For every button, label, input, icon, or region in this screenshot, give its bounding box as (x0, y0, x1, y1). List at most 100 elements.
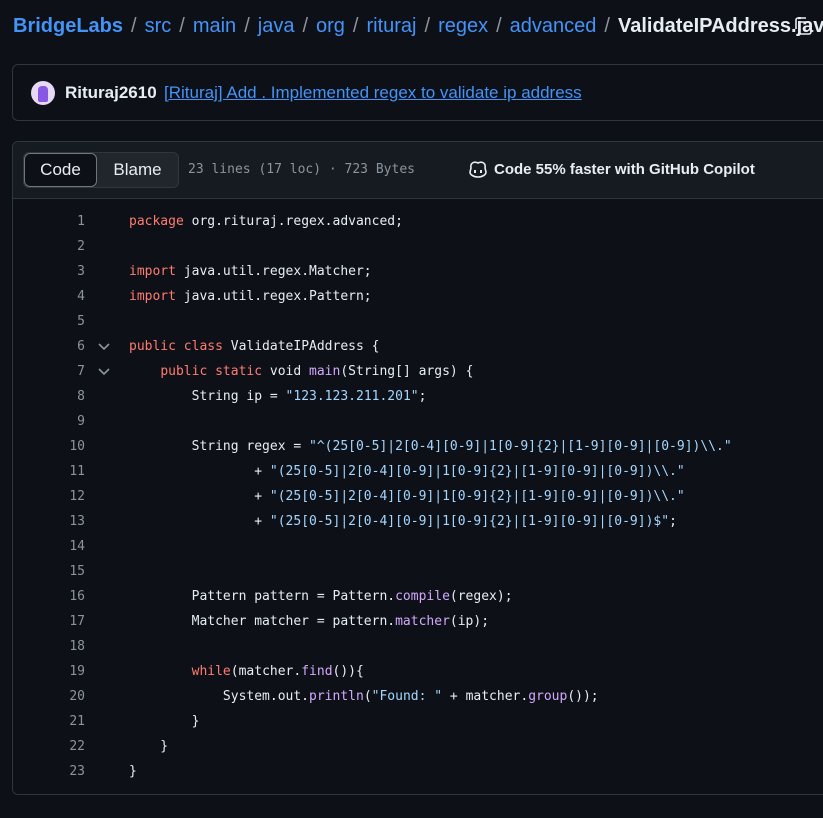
code-token: "(25[0-5]|2[0-4][0-9]|1[0-9]{2}|[1-9][0-… (269, 489, 685, 504)
line-number[interactable]: 6 (45, 339, 85, 354)
code-token: + (129, 464, 270, 479)
code-text: public static void main(String[] args) { (129, 364, 473, 379)
line-number[interactable]: 2 (45, 239, 85, 254)
line-number[interactable]: 1 (45, 214, 85, 229)
code-token: println (309, 689, 364, 704)
code-token: } (129, 764, 137, 779)
copilot-link[interactable]: Code 55% faster with GitHub Copilot (468, 160, 755, 178)
copilot-icon (469, 161, 487, 178)
copy-path-button[interactable] (790, 13, 816, 39)
code-text: while(matcher.find()){ (129, 664, 364, 679)
code-token: ()); (567, 689, 599, 704)
breadcrumb-item-java[interactable]: java (258, 15, 295, 38)
commit-message-link[interactable]: [Rituraj] Add . Implemented regex to val… (164, 83, 582, 103)
code-token: String ip = (129, 389, 286, 404)
code-text: String ip = "123.123.211.201"; (129, 389, 427, 404)
code-token: import (129, 289, 176, 304)
line-number[interactable]: 14 (45, 539, 85, 554)
code-text: } (129, 764, 137, 779)
code-line: 1 package org.rituraj.regex.advanced; (13, 209, 823, 234)
file-viewer: Code Blame 23 lines (17 loc) · 723 Bytes… (12, 141, 823, 795)
code-token: package (129, 214, 184, 229)
code-token: "^(25[0-5]|2[0-4][0-9]|1[0-9]{2}|[1-9][0… (309, 439, 732, 454)
tab-blame[interactable]: Blame (97, 153, 178, 187)
line-number[interactable]: 17 (45, 614, 85, 629)
code-text: } (129, 739, 168, 754)
line-number[interactable]: 12 (45, 489, 85, 504)
code-text: import java.util.regex.Pattern; (129, 289, 372, 304)
code-token: group (528, 689, 568, 704)
avatar[interactable] (31, 81, 55, 105)
code-line: 3 import java.util.regex.Matcher; (13, 259, 823, 284)
code-token: import (129, 264, 176, 279)
code-token: void (262, 364, 310, 379)
code-line: 19 while(matcher.find()){ (13, 659, 823, 684)
breadcrumb-item-regex[interactable]: regex (438, 15, 488, 38)
code-token: matcher (395, 614, 450, 629)
line-number[interactable]: 3 (45, 264, 85, 279)
line-number[interactable]: 10 (45, 439, 85, 454)
breadcrumb-item-org[interactable]: org (316, 15, 345, 38)
code-text: + "(25[0-5]|2[0-4][0-9]|1[0-9]{2}|[1-9][… (129, 464, 685, 479)
code-token: System.out. (129, 689, 310, 704)
breadcrumb-separator: / (179, 14, 185, 37)
code-token: } (129, 739, 169, 754)
code-line: 5 (13, 309, 823, 334)
code-text: public class ValidateIPAddress { (129, 339, 379, 354)
line-number[interactable]: 22 (45, 739, 85, 754)
line-number[interactable]: 5 (45, 314, 85, 329)
line-number[interactable]: 21 (45, 714, 85, 729)
line-number[interactable]: 23 (45, 764, 85, 779)
line-number[interactable]: 11 (45, 464, 85, 479)
breadcrumb-item-main[interactable]: main (193, 15, 236, 38)
code-token: (regex); (449, 589, 513, 604)
line-number[interactable]: 16 (45, 589, 85, 604)
code-token: find (301, 664, 333, 679)
code-line: 8 String ip = "123.123.211.201"; (13, 384, 823, 409)
code-token: String regex = (129, 439, 310, 454)
commit-author[interactable]: Rituraj2610 (65, 83, 157, 103)
line-number[interactable]: 15 (45, 564, 85, 579)
breadcrumb-item-rituraj[interactable]: rituraj (366, 15, 416, 38)
code-text: System.out.println("Found: " + matcher.g… (129, 689, 599, 704)
breadcrumb-item-advanced[interactable]: advanced (510, 15, 597, 38)
code-text: package org.rituraj.regex.advanced; (129, 214, 403, 229)
breadcrumb-item-bridgelabs[interactable]: BridgeLabs (13, 15, 123, 38)
tab-code[interactable]: Code (24, 153, 97, 187)
breadcrumb-separator: / (604, 14, 610, 37)
line-number[interactable]: 8 (45, 389, 85, 404)
line-number[interactable]: 19 (45, 664, 85, 679)
line-number[interactable]: 13 (45, 514, 85, 529)
breadcrumb-separator: / (352, 14, 359, 37)
code-line: 12 + "(25[0-5]|2[0-4][0-9]|1[0-9]{2}|[1-… (13, 484, 823, 509)
line-number[interactable]: 4 (45, 289, 85, 304)
code-token: ; (418, 389, 427, 404)
line-number[interactable]: 7 (45, 364, 85, 379)
code-token: java.util.regex.Matcher; (175, 264, 372, 279)
line-number[interactable]: 20 (45, 689, 85, 704)
code-token: (String[] args) { (340, 364, 474, 379)
code-line: 21 } (13, 709, 823, 734)
code-line: 9 (13, 409, 823, 434)
code-line: 15 (13, 559, 823, 584)
chevron-down-icon[interactable] (97, 365, 111, 379)
code-token: + matcher. (442, 689, 529, 704)
breadcrumb-separator: / (496, 14, 502, 37)
line-number[interactable]: 9 (45, 414, 85, 429)
code-line: 11 + "(25[0-5]|2[0-4][0-9]|1[0-9]{2}|[1-… (13, 459, 823, 484)
line-number[interactable]: 18 (45, 639, 85, 654)
code-text: } (129, 714, 200, 729)
code-token: Pattern pattern = Pattern. (129, 589, 396, 604)
code-line: 6 public class ValidateIPAddress { (13, 334, 823, 359)
copy-icon (795, 17, 812, 35)
breadcrumb-separator: / (244, 14, 250, 37)
code-line: 13 + "(25[0-5]|2[0-4][0-9]|1[0-9]{2}|[1-… (13, 509, 823, 534)
code-text: String regex = "^(25[0-5]|2[0-4][0-9]|1[… (129, 439, 732, 454)
code-token: public static (160, 364, 263, 379)
code-line: 17 Matcher matcher = pattern.matcher(ip)… (13, 609, 823, 634)
breadcrumb-item-src[interactable]: src (145, 15, 172, 38)
chevron-down-icon[interactable] (97, 340, 111, 354)
code-line: 18 (13, 634, 823, 659)
code-token: ; (669, 514, 677, 529)
